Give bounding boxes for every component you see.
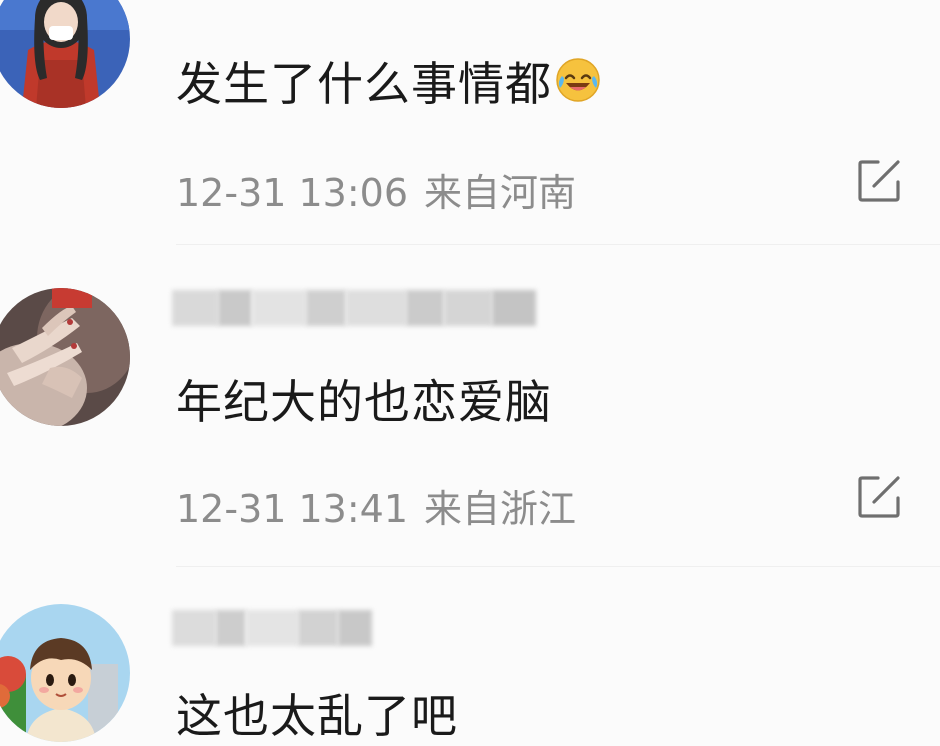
comment-meta: 12-31 13:06 来自河南 <box>176 162 576 217</box>
comment-meta: 12-31 13:41 来自浙江 <box>176 478 576 533</box>
avatar[interactable] <box>0 0 130 108</box>
divider <box>176 566 940 567</box>
share-icon[interactable] <box>856 474 902 520</box>
username-blurred <box>172 290 536 326</box>
username-blurred <box>172 610 372 646</box>
comment-location: 来自河南 <box>424 171 577 215</box>
avatar[interactable] <box>0 288 130 426</box>
comment-time: 12-31 13:06 <box>176 171 409 215</box>
divider <box>176 244 940 245</box>
avatar[interactable] <box>0 604 130 742</box>
comment-text: 年纪大的也恋爱脑 <box>176 375 552 429</box>
comment-time: 12-31 13:41 <box>176 487 409 531</box>
laugh-cry-emoji-icon <box>554 56 602 115</box>
comment-text: 发生了什么事情都 <box>176 48 602 115</box>
comment-location: 来自浙江 <box>424 487 577 531</box>
share-icon[interactable] <box>856 158 902 204</box>
comment-text: 这也太乱了吧 <box>176 689 458 743</box>
